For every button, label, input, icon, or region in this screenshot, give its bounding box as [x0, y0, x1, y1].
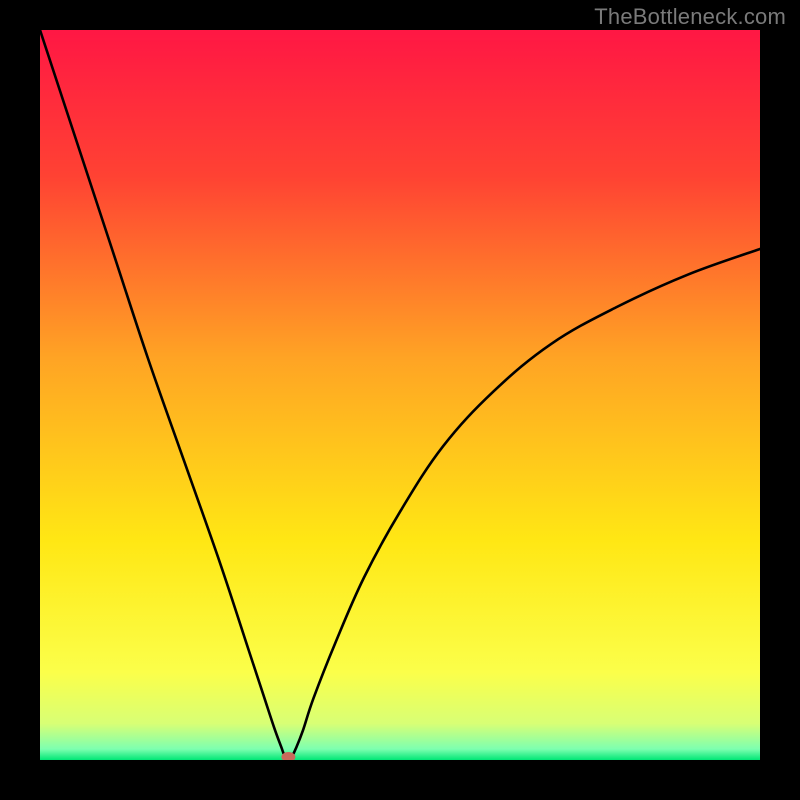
chart-svg [40, 30, 760, 760]
gradient-background [40, 30, 760, 760]
chart-frame: TheBottleneck.com [0, 0, 800, 800]
plot-area [40, 30, 760, 760]
watermark-text: TheBottleneck.com [594, 4, 786, 30]
